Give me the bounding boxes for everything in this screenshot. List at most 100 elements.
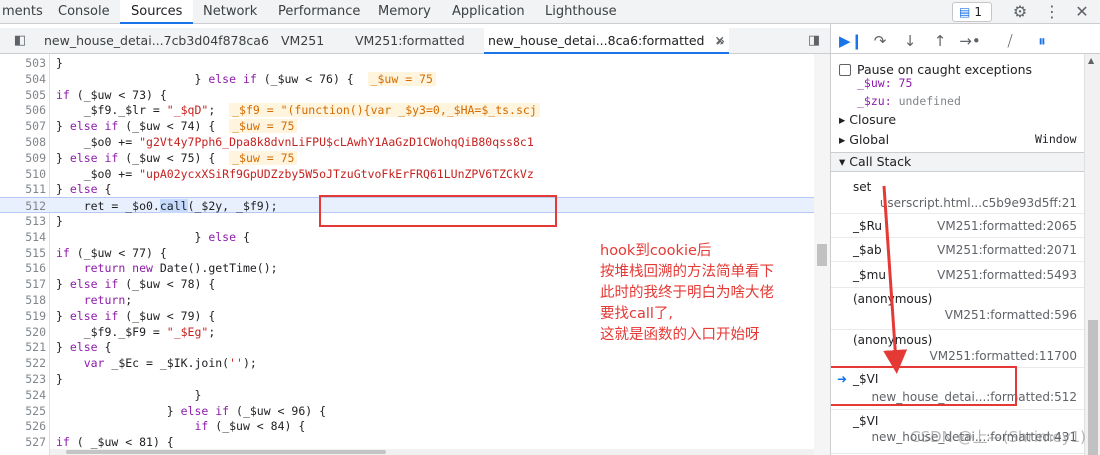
line-number[interactable]: 522 [0,355,46,371]
line-number[interactable]: 519 [0,308,46,324]
tab-memory[interactable]: Memory [378,0,431,24]
line-number[interactable]: 512 [0,198,46,214]
line-number[interactable]: 520 [0,324,46,340]
tab-performance[interactable]: Performance [278,0,360,24]
line-number[interactable]: 505 [0,87,46,103]
watermark: CSDN @上—(Shrimey1) [910,428,1086,446]
line-number[interactable]: 503 [0,55,46,71]
step-into-icon[interactable]: ↓ [899,30,921,52]
toggle-debugger-icon[interactable]: ◨ [804,31,824,51]
code-line[interactable]: 505 if (_$uw < 73) { [0,87,830,103]
line-number[interactable]: 514 [0,229,46,245]
line-number[interactable]: 504 [0,71,46,87]
line-number[interactable]: 506 [0,102,46,118]
step-over-icon[interactable]: ↷ [869,30,891,52]
line-number[interactable]: 524 [0,387,46,403]
expand-arrow-icon: ▸ [839,112,846,127]
code-line[interactable]: 503} [0,55,830,71]
code-text: } [56,56,63,70]
file-tab-new-house-detail[interactable]: new_house_detai...7cb3d04f878ca6 [44,28,269,54]
toggle-navigator-icon[interactable]: ◧ [10,31,30,51]
line-number[interactable]: 526 [0,418,46,434]
code-line[interactable]: 523} [0,371,830,387]
file-tab-new-house-formatted[interactable]: new_house_detai...8ca6:formatted ✕ [484,28,729,54]
line-number[interactable]: 516 [0,260,46,276]
call-frame[interactable]: (anonymous) VM251:formatted:596 [831,288,1085,330]
highlight-box-call [319,195,557,227]
settings-gear-icon[interactable]: ⚙ [1010,2,1030,22]
code-line[interactable]: 527 if ( _$uw < 81) { [0,434,830,450]
tab-lighthouse[interactable]: Lighthouse [545,0,617,24]
line-number[interactable]: 525 [0,403,46,419]
tab-application[interactable]: Application [452,0,525,24]
scope-global[interactable]: ▸ Global Window [839,132,1079,147]
deactivate-breakpoints-icon[interactable]: ⧸ [999,30,1021,52]
line-number[interactable]: 507 [0,118,46,134]
code-text: } else if (_$uw < 96) { [56,403,327,418]
call-frame[interactable]: set userscript.html...c5b9e93d5ff:21 [831,174,1085,214]
file-tab-vm251[interactable]: VM251 [281,28,324,54]
call-stack-header[interactable]: ▾ Call Stack [831,152,1085,172]
close-icon[interactable]: ✕ [1072,2,1092,22]
line-number[interactable]: 515 [0,245,46,261]
code-editor[interactable]: 503} 504 } else if (_$uw < 76) { _$uw = 7… [0,54,830,455]
code-text: _$f9._$lr = "_$qD"; _$f9 = "(function(){… [56,102,540,118]
code-line[interactable]: 508 _$o0 += "g2Vt4y7Pph6_Dpa8k8dvnLiFPU$… [0,134,830,150]
code-text: _$f9._$F9 = "_$Eg"; [56,324,216,339]
call-frame[interactable]: (anonymous) VM251:formatted:11700 [831,330,1085,368]
line-number[interactable]: 521 [0,339,46,355]
tab-console[interactable]: Console [58,0,110,24]
pause-on-caught-exceptions[interactable]: Pause on caught exceptions [839,62,1032,77]
step-out-icon[interactable]: ↑ [929,30,951,52]
line-number[interactable]: 508 [0,134,46,150]
line-number[interactable]: 513 [0,213,46,229]
file-tab-vm251-formatted[interactable]: VM251:formatted [355,28,465,54]
resume-icon[interactable]: ▶❙ [839,30,863,52]
code-line[interactable]: 510 _$o0 += "upA02ycxXSiRf9GpUDZzby5W5oJ… [0,166,830,182]
call-frame[interactable]: _$mu VM251:formatted:5493 [831,262,1085,288]
issues-badge[interactable]: ▤ 1 [952,2,992,22]
code-text: _$o0 += "upA02ycxXSiRf9GpUDZzby5W5oJTzuG… [56,166,534,181]
step-icon[interactable]: →• [959,30,981,52]
line-number[interactable]: 509 [0,150,46,166]
scope-closure[interactable]: ▸ Closure [839,112,896,127]
debugger-toolbar: ▶❙ ↷ ↓ ↑ →• ⧸ ⏸ [831,28,1100,54]
horizontal-scrollbar[interactable] [50,449,830,455]
sidebar-scrollbar[interactable]: ▲ [1084,54,1100,455]
call-frame[interactable]: _$Ru VM251:formatted:2065 [831,214,1085,238]
call-frame[interactable]: _$ab VM251:formatted:2071 [831,238,1085,262]
debugger-sidebar: ▶❙ ↷ ↓ ↑ →• ⧸ ⏸ Pause on caught exceptio… [830,24,1100,455]
code-line[interactable]: 522 var _$Ec = _$IK.join(''); [0,355,830,371]
tab-network[interactable]: Network [203,0,257,24]
line-number[interactable]: 511 [0,181,46,197]
code-line[interactable]: 509 } else if (_$uw < 75) { _$uw = 75 [0,150,830,166]
scope-var-uw: _$uw: 75 [857,76,913,90]
line-number[interactable]: 517 [0,276,46,292]
devtools-panel-tabs: ments Console Sources Network Performanc… [0,0,1100,24]
code-line[interactable]: 525 } else if (_$uw < 96) { [0,403,830,419]
code-line[interactable]: 506 _$f9._$lr = "_$qD"; _$f9 = "(functio… [0,102,830,118]
code-text: } else { [56,340,112,355]
more-options-icon[interactable]: ⋮ [1042,2,1062,22]
code-text: } [56,214,63,228]
code-text: } [56,387,202,402]
code-line[interactable]: 526 if (_$uw < 84) { [0,418,830,434]
highlight-box-frame [831,366,1017,406]
line-number[interactable]: 518 [0,292,46,308]
checkbox[interactable] [839,64,851,76]
pause-on-exceptions-icon[interactable]: ⏸ [1031,30,1053,52]
line-number[interactable]: 527 [0,434,46,450]
tab-elements[interactable]: ments [2,0,43,24]
code-text: ret = _$o0.call(_$2y, _$f9); [56,199,278,214]
code-line[interactable]: 504 } else if (_$uw < 76) { _$uw = 75 [0,71,830,87]
tab-sources[interactable]: Sources [120,0,194,24]
line-number[interactable]: 523 [0,371,46,387]
code-text: return; [83,293,133,307]
editor-vertical-scrollbar[interactable] [814,54,830,455]
more-tabs-icon[interactable]: » [716,28,725,54]
code-text: } else if (_$uw < 75) { _$uw = 75 [56,150,298,166]
code-text: return new Date().getTime(); [83,261,278,276]
code-line[interactable]: 507} else if (_$uw < 74) { _$uw = 75 [0,118,830,134]
code-line[interactable]: 524 } [0,387,830,403]
line-number[interactable]: 510 [0,166,46,182]
